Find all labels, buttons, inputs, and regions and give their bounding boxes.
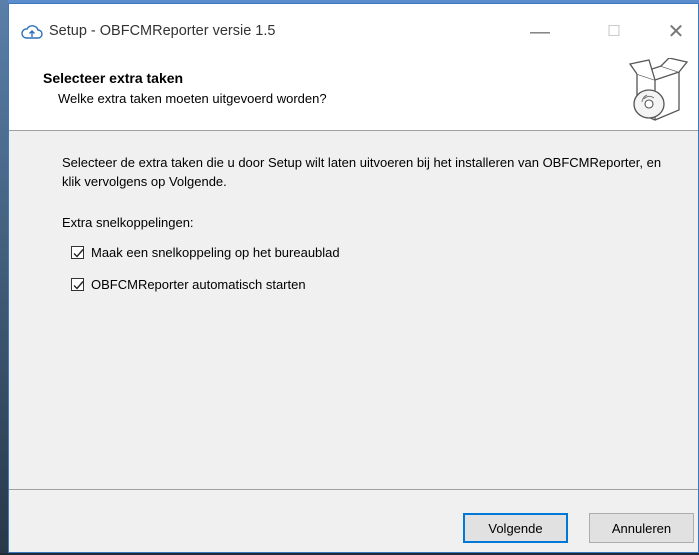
cancel-button[interactable]: Annuleren [589, 513, 694, 543]
maximize-icon[interactable]: ☐ [599, 18, 629, 46]
desktop-background-left [0, 0, 8, 553]
desktop-shortcut-checkbox[interactable] [71, 245, 84, 259]
next-button[interactable]: Volgende [463, 513, 568, 543]
task-desktop-shortcut[interactable]: Maak een snelkoppeling op het bureaublad [71, 243, 340, 261]
autostart-label[interactable]: OBFCMReporter automatisch starten [91, 277, 306, 292]
wizard-footer: Volgende Annuleren [9, 489, 698, 555]
title-bar[interactable]: Setup - OBFCMReporter versie 1.5 — ☐ ✕ [9, 4, 698, 62]
desktop-shortcut-label[interactable]: Maak een snelkoppeling op het bureaublad [91, 245, 340, 260]
window-title: Setup - OBFCMReporter versie 1.5 [49, 23, 276, 39]
wizard-content: Selecteer de extra taken die u door Setu… [9, 131, 698, 488]
autostart-checkbox[interactable] [71, 277, 84, 291]
page-subtitle: Welke extra taken moeten uitgevoerd word… [58, 91, 327, 106]
task-description: Selecteer de extra taken die u door Setu… [62, 155, 662, 189]
minimize-icon[interactable]: — [525, 18, 555, 46]
page-title: Selecteer extra taken [43, 70, 184, 86]
task-autostart[interactable]: OBFCMReporter automatisch starten [71, 275, 306, 293]
close-icon[interactable]: ✕ [661, 18, 691, 46]
shortcuts-group-label: Extra snelkoppelingen: [62, 215, 194, 230]
wizard-header: Selecteer extra taken Welke extra taken … [9, 57, 698, 131]
cloud-upload-icon [21, 23, 43, 41]
software-box-cd-icon [627, 57, 689, 128]
setup-wizard-window: Setup - OBFCMReporter versie 1.5 — ☐ ✕ S… [8, 3, 699, 553]
